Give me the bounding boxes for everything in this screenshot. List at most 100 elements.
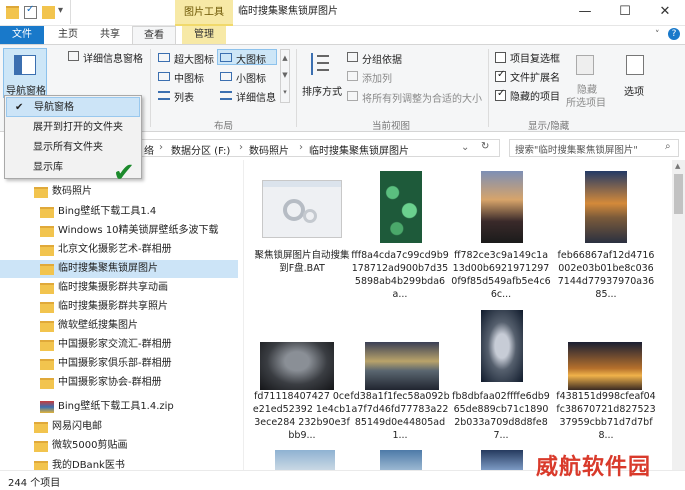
file-name: fb8dbfaa02ffffe6db965de889cb71c18902b033… [452,391,550,441]
layout-md[interactable]: 中图标 [174,70,204,85]
nav-item[interactable]: 中国摄影家协会-群相册 [0,374,240,392]
folder-icon[interactable] [6,6,19,19]
nav-item[interactable]: 临时搜集摄影群共享照片 [0,298,240,316]
file-thumb-image[interactable] [275,450,335,470]
nav-item[interactable]: 网易闪电邮 [0,418,240,436]
minimize-button[interactable]: — [565,0,605,24]
folder-icon [40,321,54,332]
file-thumb-image[interactable] [585,171,627,243]
green-checkmark-icon: ✔ [113,158,135,188]
scroll-up-icon[interactable]: ▲ [675,162,680,170]
help-icon[interactable]: ? [668,28,680,40]
title-bar: ✓ ▾ 图片工具 临时搜集聚焦锁屏图片 — ☐ ✕ [0,0,685,27]
menu-item-nav-pane[interactable]: ✔ 导航窗格 [6,97,140,117]
file-name: ff782ce3c9a149c1a13d00b69219712970f9f85d… [451,250,551,300]
nav-item[interactable]: 中国摄影家俱乐部-群相册 [0,355,240,373]
folder-icon [40,302,54,313]
file-name: f438151d998cfeaf04fc38670721d82752337959… [556,391,656,441]
gear-icon [283,199,305,221]
chevron-down-icon[interactable]: ▾ [58,5,63,16]
search-input[interactable]: 搜索"临时搜集聚焦锁屏图片" ⌕ [509,139,679,157]
new-folder-icon[interactable] [42,6,55,19]
hidden-items-checkbox[interactable]: ✓ [495,88,506,101]
context-tab-picture-tools: 图片工具 [175,0,233,26]
file-name: feb66867af12d4716002e03b01be8c0367144d77… [557,250,655,300]
chevron-down-icon[interactable]: ˅ [655,30,660,40]
nav-item[interactable]: Bing壁纸下载工具1.4.zip [0,398,240,416]
gear-icon [303,209,317,223]
details-pane-button[interactable]: 详细信息窗格 [83,50,143,65]
layout-xl[interactable]: 超大图标 [174,51,214,66]
file-thumb-image[interactable] [481,171,523,243]
item-count: 244 个项目 [8,478,61,489]
nav-item[interactable]: 中国摄影家交流汇-群相册 [0,336,240,354]
group-layout-label: 布局 [214,121,234,132]
nav-item-selected[interactable]: 临时搜集聚焦锁屏图片 [0,260,238,278]
file-thumb-image[interactable] [260,342,334,390]
tab-manage[interactable]: 管理 [182,26,226,44]
chevron-down-icon[interactable]: ⌄ [461,142,469,153]
tab-view[interactable]: 查看 [132,26,176,45]
close-button[interactable]: ✕ [645,0,685,24]
add-column-icon [347,71,358,81]
breadcrumb-drive[interactable]: 数据分区 (F:) [171,142,230,157]
hide-selected-label-2[interactable]: 所选项目 [566,94,606,109]
layout-lg[interactable]: 大图标 [236,51,266,66]
file-name: fff8a4cda7c99cd9b9178712ad900b7d355898ab… [351,250,449,300]
maximize-button[interactable]: ☐ [605,0,645,24]
ribbon-tabs: 文件 主页 共享 查看 管理 ˅ ? [0,26,685,45]
folder-icon [34,187,48,198]
layout-sm[interactable]: 小图标 [236,70,266,85]
layout-scroll[interactable]: ▲ ▼ ▾ [280,49,290,103]
file-thumb-image[interactable] [380,450,422,470]
file-thumb-image[interactable] [380,171,422,243]
folder-icon [40,226,54,237]
nav-item[interactable]: 微软壁纸搜集图片 [0,317,240,335]
file-thumb-bat[interactable] [262,180,342,238]
folder-icon [40,207,54,218]
scroll-thumb[interactable] [674,174,683,214]
navigation-pane: 数码照片 Bing壁纸下载工具1.4 Windows 10精美锁屏壁纸多波下载 … [0,160,250,472]
nav-item[interactable]: Bing壁纸下载工具1.4 [0,203,240,221]
group-by-button[interactable]: 分组依据 [362,51,402,66]
divider [150,49,151,127]
properties-icon[interactable]: ✓ [24,4,37,19]
pane-divider[interactable] [243,160,244,470]
scrollbar[interactable]: ▲ [672,160,685,470]
address-bar[interactable]: 络 › 数据分区 (F:) › 数码照片 › 临时搜集聚焦锁屏图片 ⌄ ↻ [140,139,500,157]
nav-pane-button[interactable]: 导航窗格 [3,48,47,98]
menu-item-expand[interactable]: 展开到打开的文件夹 [6,118,140,138]
file-thumb-image[interactable] [365,342,439,390]
breadcrumb-current[interactable]: 临时搜集聚焦锁屏图片 [309,142,409,157]
nav-item[interactable]: 临时搜集摄影群共享动画 [0,279,240,297]
breadcrumb-photos[interactable]: 数码照片 [249,142,289,157]
nav-item[interactable]: 微软5000剪贴画 [0,437,240,455]
item-checkboxes-checkbox[interactable] [495,52,506,63]
nav-item[interactable]: 北京文化摄影艺术-群相册 [0,241,240,259]
file-thumb-image[interactable] [568,342,642,390]
options-button[interactable]: 选项 [624,83,644,98]
layout-details[interactable]: 详细信息 [236,89,276,104]
file-thumb-image[interactable] [481,310,523,382]
folder-icon [40,340,54,351]
tab-file[interactable]: 文件 [0,26,44,44]
divider [70,0,71,24]
file-thumb-image[interactable] [481,450,523,470]
details-icon [220,91,232,100]
tab-home[interactable]: 主页 [48,26,88,44]
sort-by-button[interactable]: 排序方式 [302,83,342,98]
file-name: fd38a1f1fec58a092ba7f7d46fd77783a2285149… [350,391,450,441]
menu-item-show-all[interactable]: 显示所有文件夹 [6,138,140,158]
layout-list[interactable]: 列表 [174,89,194,104]
item-checkboxes-label: 项目复选框 [510,54,560,65]
fit-columns-icon [347,91,358,101]
window-title: 临时搜集聚焦锁屏图片 [238,6,338,17]
file-ext-checkbox[interactable]: ✓ [495,69,506,82]
add-column-button[interactable]: 添加列 [362,70,392,85]
nav-item[interactable]: Windows 10精美锁屏壁纸多波下载 [0,222,240,240]
refresh-icon[interactable]: ↻ [481,141,489,152]
fit-columns-button[interactable]: 将所有列调整为合适的大小 [362,90,482,105]
zip-icon [40,401,54,413]
tab-share[interactable]: 共享 [90,26,130,44]
group-current-view-label: 当前视图 [372,121,411,132]
